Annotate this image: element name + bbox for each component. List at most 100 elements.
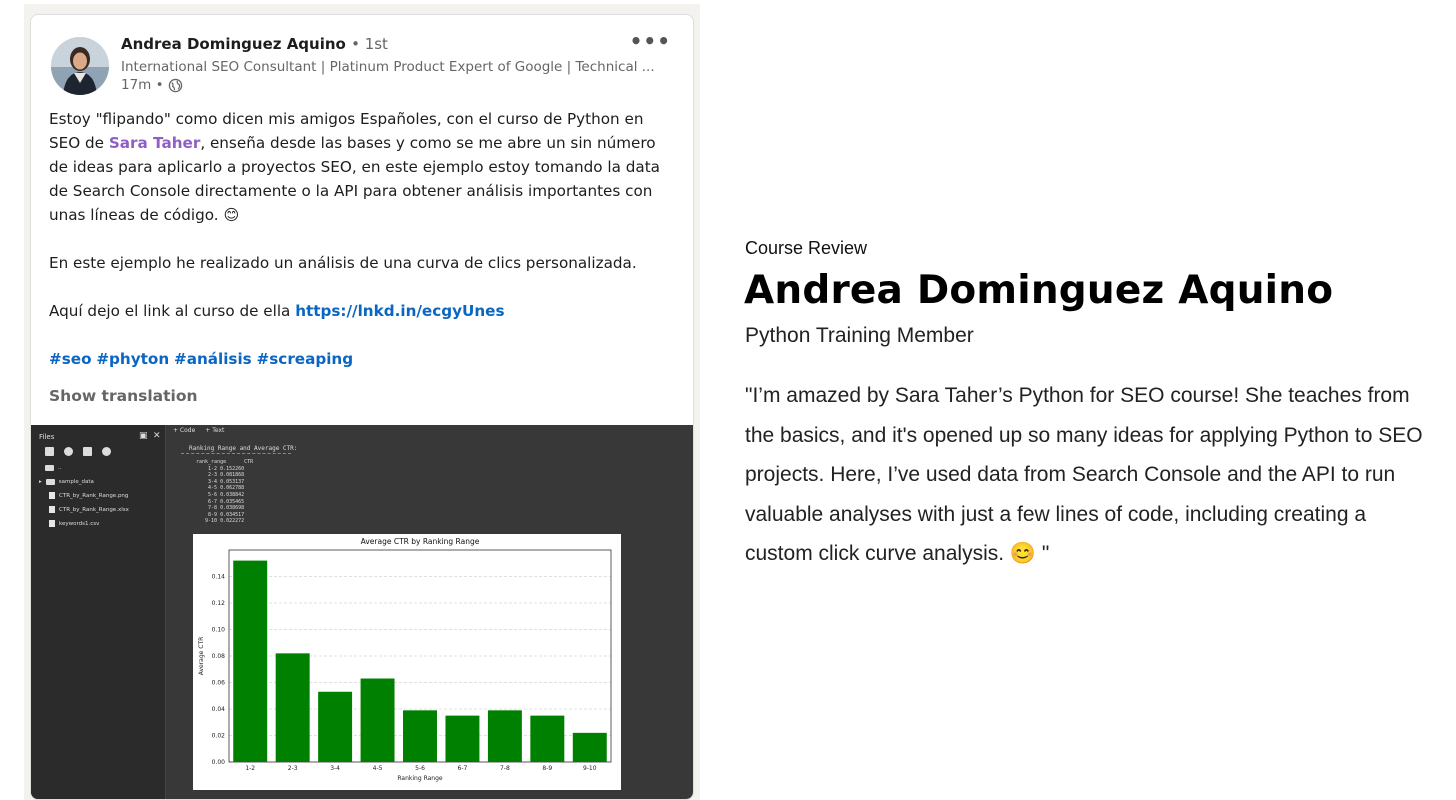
output-row: 6-7 0.035465 <box>196 498 245 505</box>
post-paragraph-2: En este ejemplo he realizado un análisis… <box>49 254 637 272</box>
output-row: 8-9 0.034517 <box>196 511 245 518</box>
output-row: 9-10 0.022272 <box>196 518 245 525</box>
bar <box>360 678 395 762</box>
x-tick-label: 3-4 <box>330 765 340 772</box>
y-tick-label: 0.02 <box>212 733 226 740</box>
y-axis-label: Average CTR <box>198 637 205 676</box>
file-item: .. <box>45 465 62 471</box>
bar <box>318 691 353 762</box>
reviewer-role: Python Training Member <box>745 324 974 347</box>
x-tick-label: 8-9 <box>542 765 552 772</box>
add-code-button: + Code <box>173 427 196 434</box>
x-tick-label: 2-3 <box>288 765 298 772</box>
refresh-icon <box>64 447 73 456</box>
bar <box>275 653 310 762</box>
folder-icon <box>45 479 55 485</box>
file-name: CTR_by_Rank_Range.xlsx <box>59 506 129 513</box>
chevron-right-icon: ▸ <box>39 479 42 485</box>
bar <box>445 715 480 762</box>
file-item: ▸ sample_data <box>39 479 94 485</box>
y-tick-label: 0.10 <box>212 627 226 634</box>
post-paragraph-3: Aquí dejo el link al curso de ella https… <box>49 299 679 323</box>
mention-link[interactable]: Sara Taher <box>109 134 200 152</box>
author-name[interactable]: Andrea Dominguez Aquino • 1st <box>121 35 388 53</box>
bar <box>530 715 565 762</box>
chart-title: Average CTR by Ranking Range <box>361 537 480 546</box>
file-item: keywords1.csv <box>49 520 99 527</box>
y-tick-label: 0.00 <box>212 759 226 766</box>
ctr-bar-chart: 0.00 0.02 0.04 0.06 0.08 0.10 0.12 0.14 1-2 2-3 3-… <box>193 534 621 790</box>
output-row: 3-4 0.053137 <box>196 478 245 485</box>
more-options-button[interactable]: ••• <box>630 29 671 53</box>
files-toolbar <box>45 447 111 456</box>
divider <box>181 453 291 454</box>
file-icon <box>49 492 55 499</box>
show-translation-button[interactable]: Show translation <box>49 387 198 405</box>
folder-icon <box>45 465 54 471</box>
file-icon <box>49 520 55 527</box>
file-icon <box>49 506 55 513</box>
x-axis-label: Ranking Range <box>397 775 443 782</box>
author-name-text[interactable]: Andrea Dominguez Aquino <box>121 35 346 53</box>
bar <box>487 710 522 762</box>
y-tick-label: 0.12 <box>212 600 226 607</box>
hashtag-phyton[interactable]: #phyton <box>96 350 169 368</box>
hide-icon <box>102 447 111 456</box>
post-text-segment: Aquí dejo el link al curso de ella <box>49 302 296 320</box>
output-row: 7-8 0.038698 <box>196 505 245 512</box>
cell-output-title: Ranking Range and Average CTR: <box>189 445 298 452</box>
output-row: 1-2 0.152260 <box>196 465 245 472</box>
files-title: Files <box>39 433 55 441</box>
output-row: 4-5 0.062788 <box>196 485 245 492</box>
globe-icon <box>168 78 182 92</box>
colab-toolbar: + Code + Text <box>173 427 224 434</box>
post-paragraph-1: Estoy "flipando" como dicen mis amigos E… <box>49 107 679 227</box>
bar <box>572 732 607 762</box>
x-tick-label: 7-8 <box>500 765 510 772</box>
post-meta: 17m • <box>121 77 183 93</box>
chart-svg: 0.00 0.02 0.04 0.06 0.08 0.10 0.12 0.14 1-2 2-3 3-… <box>198 537 612 782</box>
connection-degree: • 1st <box>351 35 388 53</box>
hashtag-analisis[interactable]: #análisis <box>174 350 252 368</box>
reviewer-name: Andrea Dominguez Aquino <box>744 268 1334 313</box>
hashtag-screaping[interactable]: #screaping <box>257 350 354 368</box>
file-name: sample_data <box>58 479 94 485</box>
file-item: CTR_by_Rank_Range.png <box>49 492 128 499</box>
course-link[interactable]: https://lnkd.in/ecgyUnes <box>295 302 504 320</box>
colab-screenshot: Files ▣ ✕ .. ▸ sample_data CTR_by_Rank_Ra… <box>31 425 693 799</box>
panel-window-icon: ▣ <box>139 431 148 441</box>
file-name: .. <box>58 465 62 471</box>
x-tick-label: 9-10 <box>583 765 597 772</box>
output-header: rank_range CTR <box>196 459 254 465</box>
bar <box>403 710 437 762</box>
more-options-icon[interactable]: ••• <box>630 29 671 53</box>
output-row: 2-3 0.081868 <box>196 472 245 479</box>
hashtags: #seo #phyton #análisis #screaping <box>49 347 679 371</box>
x-tick-label: 5-6 <box>415 765 425 772</box>
bar <box>233 560 268 762</box>
post-time: 17m • <box>121 77 164 93</box>
x-tick-label: 4-5 <box>373 765 383 772</box>
post-body: Estoy "flipando" como dicen mis amigos E… <box>49 107 679 371</box>
linkedin-post-card: Andrea Dominguez Aquino • 1st Internatio… <box>30 14 694 800</box>
y-tick-label: 0.04 <box>212 706 226 713</box>
x-tick-label: 1-2 <box>245 765 255 772</box>
add-text-button: + Text <box>205 427 225 434</box>
author-avatar[interactable] <box>51 37 109 95</box>
review-quote: "I’m amazed by Sara Taher’s Python for S… <box>745 384 1423 565</box>
file-name: keywords1.csv <box>59 520 100 527</box>
post-frame: Andrea Dominguez Aquino • 1st Internatio… <box>24 4 700 800</box>
cell-output-table: rank_range CTR 1-2 0.152260 2-3 0.081868… <box>196 459 253 525</box>
hashtag-seo[interactable]: #seo <box>49 350 92 368</box>
file-name: CTR_by_Rank_Range.png <box>59 492 129 499</box>
author-headline: International SEO Consultant | Platinum … <box>121 59 655 75</box>
y-tick-label: 0.06 <box>212 680 226 687</box>
x-tick-label: 6-7 <box>458 765 468 772</box>
close-icon: ✕ <box>153 431 161 441</box>
y-tick-label: 0.14 <box>212 574 226 581</box>
folder-icon <box>83 447 92 456</box>
files-panel: Files ▣ ✕ .. ▸ sample_data CTR_by_Rank_Ra… <box>31 425 166 799</box>
review-label: Course Review <box>745 238 868 258</box>
y-tick-label: 0.08 <box>212 653 226 660</box>
upload-icon <box>45 447 54 456</box>
